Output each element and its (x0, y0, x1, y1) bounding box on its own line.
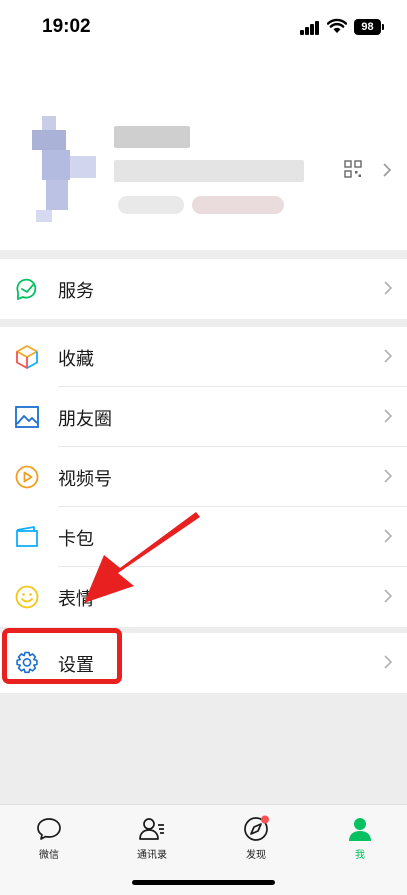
menu-item-favorites[interactable]: 收藏 (0, 327, 407, 387)
wifi-icon (327, 18, 347, 33)
features-section: 收藏 朋友圈 视频号 卡包 表情 (0, 327, 407, 627)
menu-item-moments[interactable]: 朋友圈 (0, 387, 407, 447)
tab-chats[interactable]: 微信 (19, 815, 79, 861)
menu-item-label: 收藏 (58, 349, 94, 369)
notification-dot (261, 815, 269, 824)
status-chip-blurred[interactable] (192, 196, 284, 214)
tab-label: 发现 (246, 850, 266, 861)
menu-item-cards[interactable]: 卡包 (0, 507, 407, 567)
tab-label: 微信 (39, 850, 59, 861)
menu-item-label: 朋友圈 (58, 409, 112, 429)
profile-id-blurred (114, 160, 304, 182)
menu-item-label: 视频号 (58, 469, 112, 489)
avatar[interactable] (28, 112, 96, 248)
menu-item-stickers[interactable]: 表情 (0, 567, 407, 627)
status-bar: 19:02 98 (0, 0, 407, 56)
moments-image-icon (15, 406, 39, 428)
person-icon (349, 818, 371, 841)
status-chip-blurred[interactable] (118, 196, 184, 214)
menu-item-label: 服务 (58, 281, 94, 301)
chevron-right-icon (384, 409, 393, 423)
tab-discover[interactable]: 发现 (226, 815, 286, 861)
chevron-right-icon[interactable] (382, 162, 392, 178)
menu-item-label: 卡包 (58, 529, 94, 549)
menu-item-service[interactable]: 服务 (0, 259, 407, 319)
chevron-right-icon (384, 529, 393, 543)
chevron-right-icon (384, 469, 393, 483)
annotation-highlight-box (2, 628, 122, 684)
favorites-cube-icon (16, 345, 38, 369)
tab-label: 通讯录 (137, 850, 167, 861)
profile-card[interactable] (0, 56, 407, 250)
chat-bubble-icon (37, 818, 61, 840)
smiley-icon (15, 585, 39, 609)
menu-item-label: 表情 (58, 589, 94, 609)
service-icon (16, 278, 37, 300)
qr-code-icon[interactable] (344, 160, 362, 178)
tab-me[interactable]: 我 (330, 815, 390, 861)
channels-play-icon (15, 465, 39, 489)
tab-contacts[interactable]: 通讯录 (122, 815, 182, 861)
home-indicator (132, 880, 275, 885)
contacts-icon (139, 818, 164, 840)
tab-label: 我 (355, 850, 365, 861)
service-section: 服务 (0, 259, 407, 319)
profile-name-blurred (114, 126, 190, 148)
chevron-right-icon (384, 349, 393, 363)
chevron-right-icon (384, 281, 393, 295)
menu-item-channels[interactable]: 视频号 (0, 447, 407, 507)
compass-icon (244, 815, 269, 841)
chevron-right-icon (384, 589, 393, 603)
cellular-signal-icon (300, 21, 320, 35)
battery-indicator: 98 (354, 19, 384, 35)
status-time: 19:02 (42, 16, 91, 37)
card-wallet-icon (16, 526, 38, 547)
chevron-right-icon (384, 655, 393, 669)
